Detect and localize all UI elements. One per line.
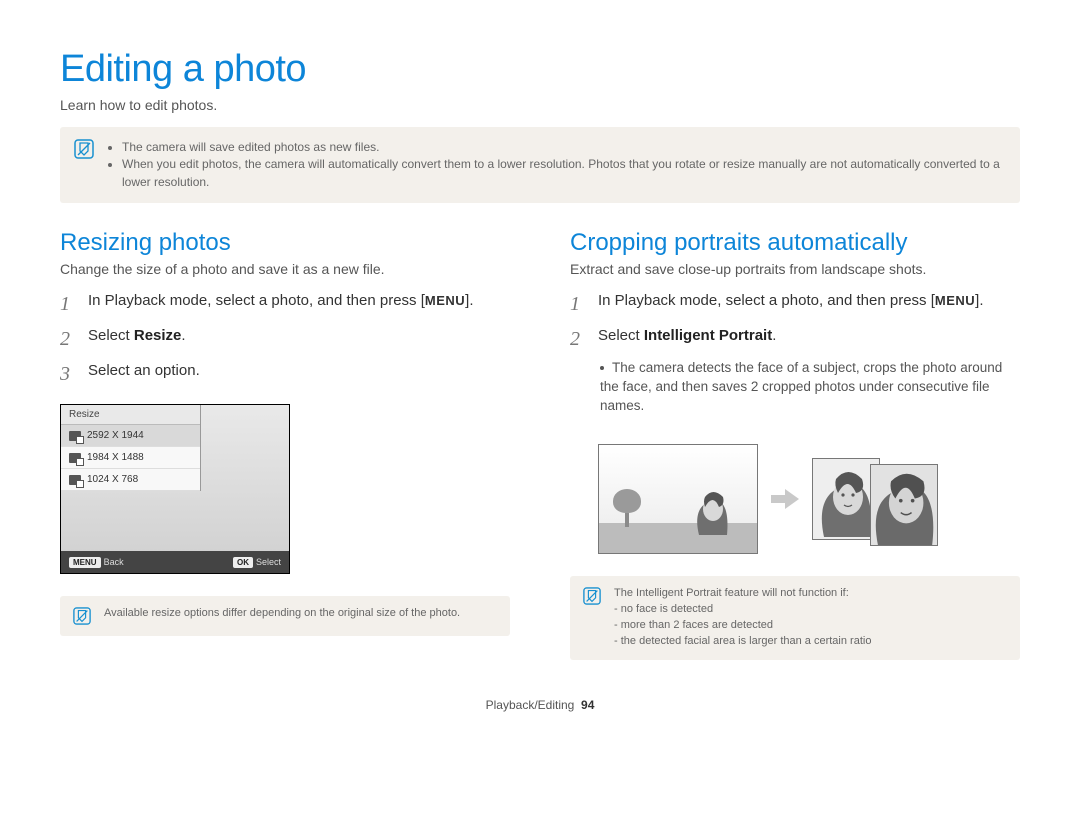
section-heading-resizing: Resizing photos — [60, 229, 510, 257]
step-number: 1 — [570, 291, 588, 318]
arrow-right-icon — [770, 484, 800, 514]
note-icon — [74, 139, 94, 159]
step-text: In Playback mode, select a photo, and th… — [88, 292, 425, 309]
portrait-illustration — [598, 444, 1020, 554]
size-icon — [69, 431, 81, 441]
menu-item: 1024 X 768 — [61, 469, 200, 491]
bullet-text: The camera detects the face of a subject… — [600, 360, 1002, 413]
step-2: 2 Select Intelligent Portrait. — [570, 326, 1020, 353]
step-text: . — [772, 327, 776, 344]
note-item: the detected facial area is larger than … — [614, 634, 871, 650]
column-resizing: Resizing photos Change the size of a pho… — [60, 229, 510, 659]
step-1: 1 In Playback mode, select a photo, and … — [570, 291, 1020, 318]
note-icon — [582, 586, 602, 606]
step-text: ]. — [465, 292, 473, 309]
bold-term: Resize — [134, 327, 182, 344]
page-subtitle: Learn how to edit photos. — [60, 97, 1020, 113]
menu-select-label: Select — [256, 557, 281, 567]
menu-item-label: 2592 X 1944 — [87, 430, 144, 441]
step-1: 1 In Playback mode, select a photo, and … — [60, 291, 510, 318]
step-text: In Playback mode, select a photo, and th… — [598, 292, 935, 309]
column-cropping: Cropping portraits automatically Extract… — [570, 229, 1020, 659]
section-desc: Extract and save close-up portraits from… — [570, 261, 1020, 277]
bold-term: Intelligent Portrait — [644, 327, 772, 344]
menu-button-label: MENU — [425, 293, 465, 308]
face-mini-icon — [689, 483, 733, 535]
menu-title: Resize — [61, 405, 200, 425]
step-text: . — [181, 327, 185, 344]
note-item: The camera will save edited photos as ne… — [122, 139, 1006, 156]
page-number: 94 — [581, 698, 594, 712]
resize-menu-screenshot: Resize 2592 X 1944 1984 X 1488 1024 X 76… — [60, 404, 290, 574]
footer-section: Playback/Editing — [486, 698, 575, 712]
page-root: Editing a photo Learn how to edit photos… — [0, 0, 1080, 732]
content-columns: Resizing photos Change the size of a pho… — [60, 229, 1020, 659]
menu-item-label: 1024 X 768 — [87, 474, 138, 485]
landscape-thumbnail — [598, 444, 758, 554]
note-intro: The Intelligent Portrait feature will no… — [614, 586, 871, 602]
menu-item-label: 1984 X 1488 — [87, 452, 144, 463]
page-title: Editing a photo — [60, 48, 1020, 91]
size-icon — [69, 453, 81, 463]
step-text: Select — [88, 327, 134, 344]
note-item: more than 2 faces are detected — [614, 618, 871, 634]
tree-icon — [613, 489, 641, 527]
section-desc: Change the size of a photo and save it a… — [60, 261, 510, 277]
step-text: Select — [598, 327, 644, 344]
menu-item: 1984 X 1488 — [61, 447, 200, 469]
note-text: Available resize options differ dependin… — [104, 606, 460, 622]
step-text: Select an option. — [88, 361, 510, 381]
menu-back-btn: MENU — [69, 557, 101, 568]
menu-back-label: Back — [104, 557, 124, 567]
resize-note-box: Available resize options differ dependin… — [60, 596, 510, 636]
portrait-thumbnail — [870, 464, 938, 546]
section-heading-cropping: Cropping portraits automatically — [570, 229, 1020, 257]
menu-button-label: MENU — [935, 293, 975, 308]
menu-select-btn: OK — [233, 557, 253, 568]
page-footer: Playback/Editing 94 — [60, 698, 1020, 712]
step-number: 3 — [60, 361, 78, 388]
step-number: 2 — [60, 326, 78, 353]
note-icon — [72, 606, 92, 626]
bullet-dot-icon — [600, 366, 604, 370]
step-3: 3 Select an option. — [60, 361, 510, 388]
step-sub-bullet: The camera detects the face of a subject… — [600, 359, 1020, 416]
step-2: 2 Select Resize. — [60, 326, 510, 353]
menu-footer: MENUBack OKSelect — [61, 551, 289, 573]
portrait-thumbnails — [812, 458, 938, 540]
step-text: ]. — [975, 292, 983, 309]
menu-item: 2592 X 1944 — [61, 425, 200, 447]
step-number: 2 — [570, 326, 588, 353]
size-icon — [69, 475, 81, 485]
top-note-box: The camera will save edited photos as ne… — [60, 127, 1020, 203]
portrait-note-box: The Intelligent Portrait feature will no… — [570, 576, 1020, 660]
step-number: 1 — [60, 291, 78, 318]
note-item: When you edit photos, the camera will au… — [122, 156, 1006, 191]
note-item: no face is detected — [614, 602, 871, 618]
